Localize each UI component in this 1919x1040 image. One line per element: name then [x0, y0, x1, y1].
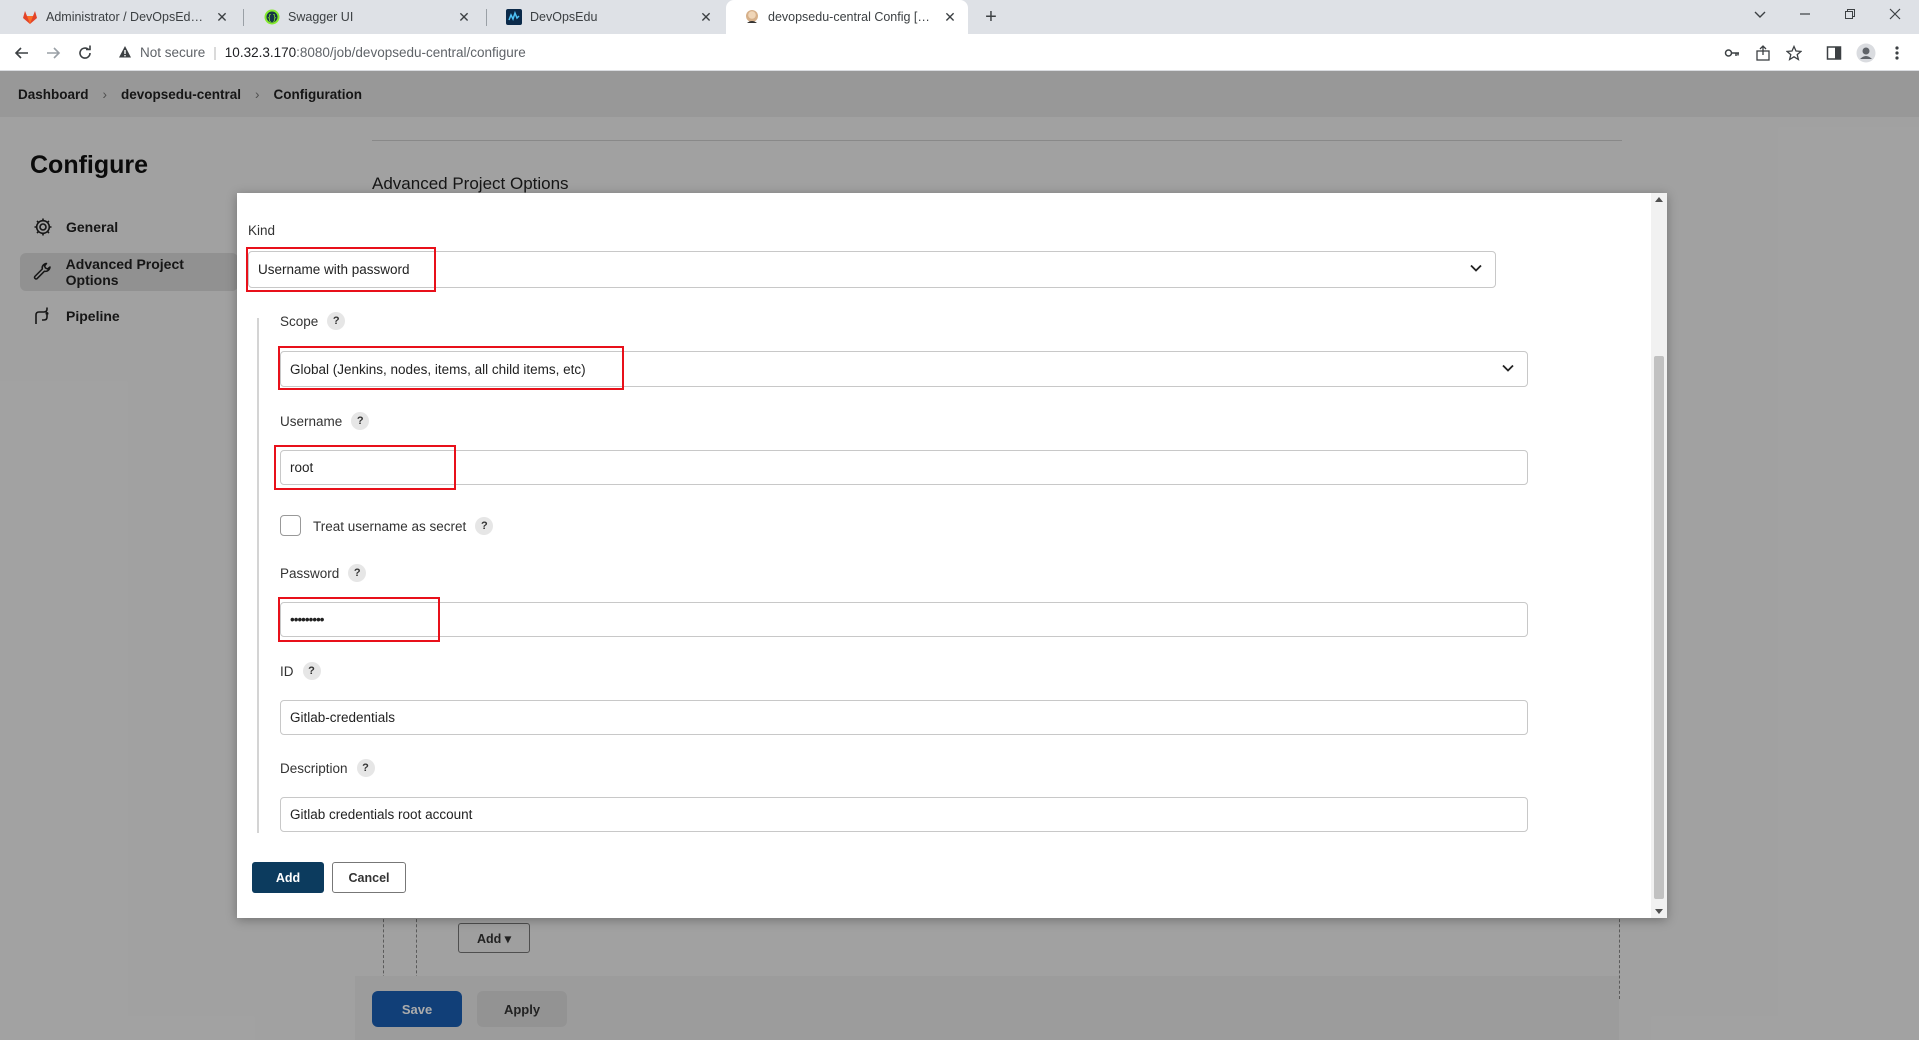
- description-value: Gitlab credentials root account: [290, 807, 473, 822]
- scope-label-row: Scope ?: [280, 311, 346, 331]
- close-tab-icon[interactable]: ✕: [698, 9, 714, 26]
- help-icon[interactable]: ?: [356, 759, 375, 777]
- browser-tab-swagger[interactable]: {} Swagger UI ✕: [246, 0, 482, 34]
- scope-select[interactable]: Global (Jenkins, nodes, items, all child…: [280, 351, 1528, 387]
- browser-toolbar: Not secure | 10.32.3.170 :8080/job/devop…: [0, 34, 1919, 71]
- description-label: Description: [280, 760, 348, 776]
- username-input[interactable]: root: [280, 450, 1528, 485]
- kind-label: Kind: [248, 223, 276, 238]
- dialog-scrollbar-thumb[interactable]: [1654, 356, 1664, 899]
- svg-text:{}: {}: [267, 13, 277, 22]
- jenkins-icon: [744, 9, 760, 25]
- gitlab-icon: [22, 9, 38, 25]
- cancel-button[interactable]: Cancel: [332, 862, 406, 893]
- help-icon[interactable]: ?: [475, 517, 494, 535]
- treat-secret-label: Treat username as secret: [313, 518, 467, 534]
- scope-selected-value: Global (Jenkins, nodes, items, all child…: [290, 361, 586, 377]
- treat-username-secret-checkbox[interactable]: [280, 515, 301, 536]
- username-value: root: [290, 460, 314, 475]
- url-host: 10.32.3.170: [224, 44, 297, 60]
- description-input[interactable]: Gitlab credentials root account: [280, 797, 1528, 832]
- chevron-down-icon: [1502, 364, 1514, 372]
- id-value: Gitlab-credentials: [290, 710, 396, 725]
- add-credentials-dialog: Kind Username with password Scope ? Glob…: [237, 193, 1667, 918]
- help-icon[interactable]: ?: [327, 312, 346, 330]
- close-tab-icon[interactable]: ✕: [942, 9, 958, 26]
- browser-tab-gitlab[interactable]: Administrator / DevOpsEdu Cent ✕: [4, 0, 240, 34]
- add-button[interactable]: Add: [252, 862, 324, 893]
- side-panel-icon[interactable]: [1823, 42, 1845, 64]
- browser-tab-devopsedu[interactable]: DevOpsEdu ✕: [488, 0, 724, 34]
- address-bar[interactable]: Not secure | 10.32.3.170 :8080/job/devop…: [108, 37, 1808, 67]
- key-icon[interactable]: [1721, 42, 1743, 64]
- password-input[interactable]: •••••••••: [280, 602, 1528, 637]
- chevron-down-icon: [1470, 264, 1482, 272]
- restore-icon[interactable]: [1827, 0, 1872, 30]
- browser-tab-jenkins[interactable]: devopsedu-central Config [Jenki ✕: [726, 0, 968, 34]
- id-label: ID: [280, 663, 294, 679]
- help-icon[interactable]: ?: [351, 412, 370, 430]
- swagger-icon: {}: [264, 9, 280, 25]
- close-tab-icon[interactable]: ✕: [456, 9, 472, 26]
- username-label-row: Username ?: [280, 411, 370, 431]
- password-masked-value: •••••••••: [290, 612, 325, 627]
- browser-tabstrip: Administrator / DevOpsEdu Cent ✕ {} Swag…: [0, 0, 1919, 34]
- url-path: :8080/job/devopsedu-central/configure: [296, 44, 526, 60]
- share-icon[interactable]: [1752, 42, 1774, 64]
- url-divider: |: [213, 44, 217, 60]
- warning-icon[interactable]: [118, 45, 132, 59]
- tab-divider: [486, 9, 487, 26]
- close-tab-icon[interactable]: ✕: [214, 9, 230, 26]
- back-icon[interactable]: [9, 40, 35, 66]
- tab-divider: [243, 9, 244, 26]
- devopsedu-icon: [506, 9, 522, 25]
- kind-selected-value: Username with password: [258, 262, 410, 277]
- treat-secret-label-row: Treat username as secret ?: [313, 516, 494, 536]
- new-tab-button[interactable]: +: [978, 4, 1004, 30]
- scroll-down-arrow-icon[interactable]: [1655, 909, 1663, 914]
- browser-menu-icon[interactable]: [1886, 42, 1908, 64]
- security-label[interactable]: Not secure: [140, 45, 205, 60]
- reload-icon[interactable]: [72, 40, 98, 66]
- tab-search-icon[interactable]: [1737, 0, 1782, 30]
- minimize-icon[interactable]: [1782, 0, 1827, 30]
- password-label-row: Password ?: [280, 563, 367, 583]
- close-window-icon[interactable]: [1872, 0, 1917, 30]
- password-label: Password: [280, 565, 340, 581]
- help-icon[interactable]: ?: [348, 564, 367, 582]
- scroll-up-arrow-icon[interactable]: [1655, 197, 1663, 202]
- nested-fields-indent: [257, 318, 259, 833]
- description-label-row: Description ?: [280, 758, 375, 778]
- profile-avatar-icon[interactable]: [1855, 42, 1877, 64]
- forward-icon[interactable]: [40, 40, 66, 66]
- help-icon[interactable]: ?: [302, 662, 321, 680]
- id-input[interactable]: Gitlab-credentials: [280, 700, 1528, 735]
- kind-select[interactable]: Username with password: [248, 251, 1496, 288]
- bookmark-star-icon[interactable]: [1783, 42, 1805, 64]
- id-label-row: ID ?: [280, 661, 321, 681]
- username-label: Username: [280, 413, 343, 429]
- scope-label: Scope: [280, 313, 319, 329]
